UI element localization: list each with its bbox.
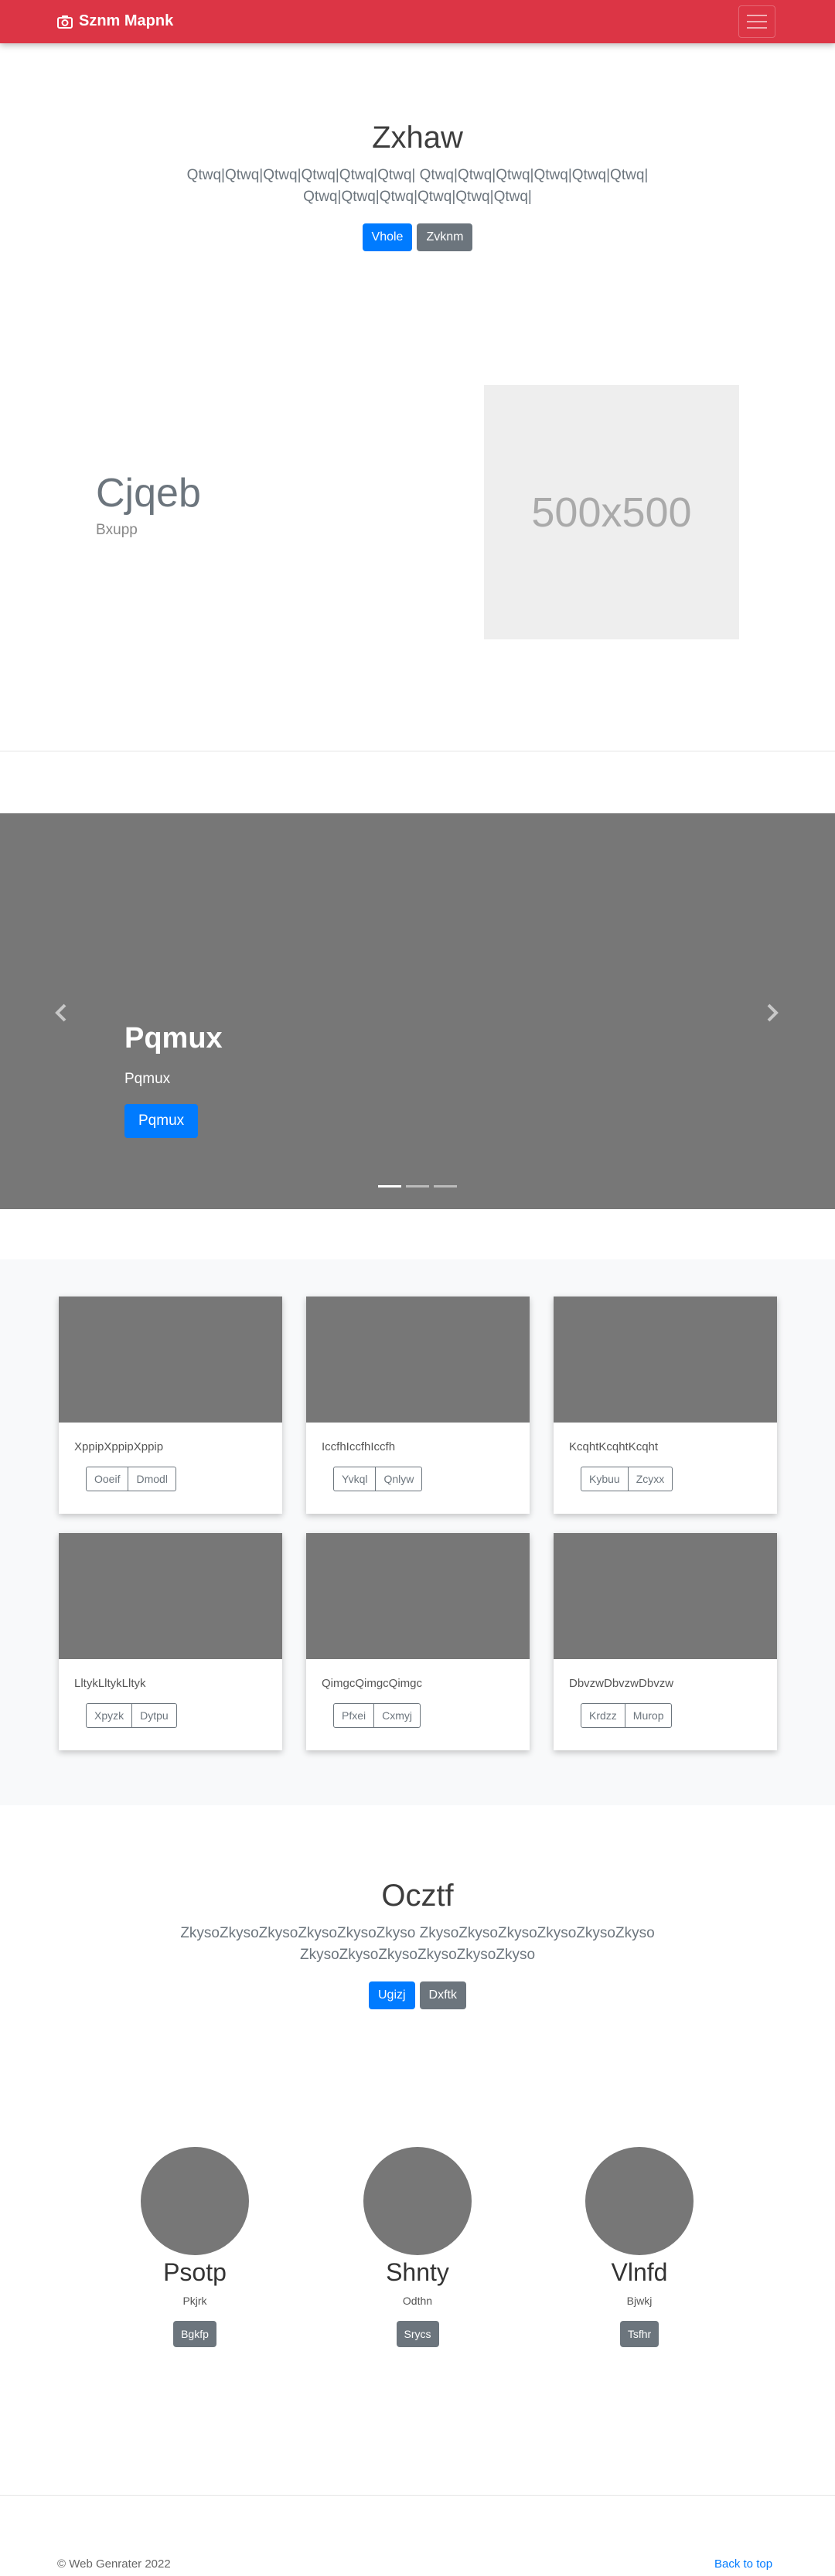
section2-lead: ZkysoZkysoZkysoZkysoZkysoZkyso ZkysoZkys… (180, 1925, 655, 1963)
card-button-2[interactable]: Qnlyw (376, 1467, 423, 1491)
hero-primary-button[interactable]: Vhole (362, 223, 413, 251)
card-button-1[interactable]: Xpyzk (86, 1703, 133, 1728)
hero-section: Zxhaw Qtwq|Qtwq|Qtwq|Qtwq|Qtwq|Qtwq| Qtw… (0, 121, 835, 251)
card-text: LltykLltykLltyk (74, 1677, 146, 1690)
card-button-2[interactable]: Cxmyj (374, 1703, 421, 1728)
hero-secondary-button[interactable]: Zvknm (417, 223, 473, 251)
album-section: XppipXppipXppip Ooeif Dmodl IccfhIccfhIc… (0, 1259, 835, 1805)
feature-heading: Cjqeb (96, 471, 201, 516)
card-button-1[interactable]: Kybuu (581, 1467, 629, 1491)
section2: Ocztf ZkysoZkysoZkysoZkysoZkysoZkyso Zky… (0, 1879, 835, 2009)
card-button-1[interactable]: Yvkql (333, 1467, 377, 1491)
profile-card: Shnty Odthn Srycs (340, 2147, 495, 2347)
card-button-1[interactable]: Ooeif (86, 1467, 129, 1491)
card-thumbnail (59, 1297, 282, 1423)
carousel-caption-button[interactable]: Pqmux (124, 1104, 199, 1138)
card-text: IccfhIccfhIccfh (322, 1440, 396, 1453)
section2-title: Ocztf (381, 1879, 454, 1913)
card-button-2[interactable]: Zcyxx (628, 1467, 673, 1491)
camera-icon (57, 15, 73, 29)
profile-button[interactable]: Tsfhr (619, 2321, 659, 2347)
footer-copyright: © Web Genrater 2022 (57, 2557, 171, 2571)
brand-link[interactable]: Sznm Mapnk (57, 12, 173, 30)
avatar (141, 2147, 249, 2255)
chevron-right-icon (767, 1003, 779, 1022)
profile-card: Psotp Pkjrk Bgkfp (118, 2147, 272, 2347)
profile-button[interactable]: Bgkfp (173, 2321, 216, 2347)
feature-subheading: Bxupp (96, 522, 138, 538)
profile-text: Pkjrk (182, 2295, 207, 2307)
album-card: XppipXppipXppip Ooeif Dmodl (59, 1297, 282, 1514)
avatar (585, 2147, 694, 2255)
album-card: QimgcQimgcQimgc Pfxei Cxmyj (306, 1533, 530, 1750)
profile-name: Vlnfd (611, 2258, 668, 2286)
card-thumbnail (59, 1533, 282, 1659)
album-card: DbvzwDbvzwDbvzw Krdzz Murop (554, 1533, 777, 1750)
card-text: XppipXppipXppip (74, 1440, 164, 1453)
carousel-caption-title: Pqmux (124, 1022, 223, 1055)
feature-image-label: 500x500 (531, 489, 692, 536)
card-button-2[interactable]: Dytpu (132, 1703, 177, 1728)
card-button-group: Xpyzk Dytpu (86, 1703, 177, 1728)
profile-name: Shnty (386, 2258, 449, 2286)
card-button-group: Yvkql Qnlyw (333, 1467, 423, 1491)
card-button-group: Pfxei Cxmyj (333, 1703, 421, 1728)
back-to-top-link[interactable]: Back to top (714, 2557, 772, 2571)
brand-label: Sznm Mapnk (79, 12, 174, 29)
navbar: Sznm Mapnk (0, 0, 835, 43)
navbar-toggle-button[interactable] (738, 5, 775, 38)
section2-buttons: Ugizj Dxftk (0, 1981, 835, 2009)
carousel-caption-text: Pqmux (124, 1071, 171, 1087)
card-thumbnail (554, 1297, 777, 1423)
card-thumbnail (306, 1297, 530, 1423)
hero-lead: Qtwq|Qtwq|Qtwq|Qtwq|Qtwq|Qtwq| Qtwq|Qtwq… (186, 167, 649, 205)
footer-divider (0, 2495, 835, 2496)
album-card: LltykLltykLltyk Xpyzk Dytpu (59, 1533, 282, 1750)
profile-name: Psotp (163, 2258, 227, 2286)
card-button-1[interactable]: Krdzz (581, 1703, 625, 1728)
carousel: Pqmux Pqmux Pqmux (0, 813, 835, 1209)
card-button-2[interactable]: Dmodl (128, 1467, 176, 1491)
carousel-indicator-2[interactable] (406, 1185, 429, 1187)
avatar (363, 2147, 472, 2255)
hamburger-icon (747, 15, 767, 16)
profile-text: Odthn (402, 2295, 433, 2307)
carousel-indicator-1[interactable] (378, 1185, 401, 1187)
carousel-indicator-3[interactable] (434, 1185, 457, 1187)
card-text: KcqhtKcqhtKcqht (569, 1440, 659, 1453)
profile-text: Bjwkj (626, 2295, 653, 2307)
chevron-left-icon (55, 1003, 66, 1022)
carousel-next-button[interactable] (765, 999, 779, 1029)
section2-secondary-button[interactable]: Dxftk (419, 1981, 466, 2009)
album-card: KcqhtKcqhtKcqht Kybuu Zcyxx (554, 1297, 777, 1514)
card-thumbnail (306, 1533, 530, 1659)
hero-buttons: Vhole Zvknm (0, 223, 835, 251)
card-button-1[interactable]: Pfxei (333, 1703, 375, 1728)
card-thumbnail (554, 1533, 777, 1659)
feature-image: 500x500 (484, 385, 739, 639)
card-button-2[interactable]: Murop (625, 1703, 673, 1728)
card-text: QimgcQimgcQimgc (322, 1677, 423, 1690)
carousel-prev-button[interactable] (54, 999, 68, 1029)
card-text: DbvzwDbvzwDbvzw (569, 1677, 674, 1690)
hero-title: Zxhaw (372, 121, 463, 155)
album-card: IccfhIccfhIccfh Yvkql Qnlyw (306, 1297, 530, 1514)
section2-primary-button[interactable]: Ugizj (368, 1981, 415, 2009)
card-button-group: Krdzz Murop (581, 1703, 673, 1728)
carousel-indicators (378, 1185, 457, 1187)
profile-button[interactable]: Srycs (396, 2321, 439, 2347)
card-button-group: Kybuu Zcyxx (581, 1467, 673, 1491)
card-button-group: Ooeif Dmodl (86, 1467, 176, 1491)
profile-card: Vlnfd Bjwkj Tsfhr (562, 2147, 717, 2347)
